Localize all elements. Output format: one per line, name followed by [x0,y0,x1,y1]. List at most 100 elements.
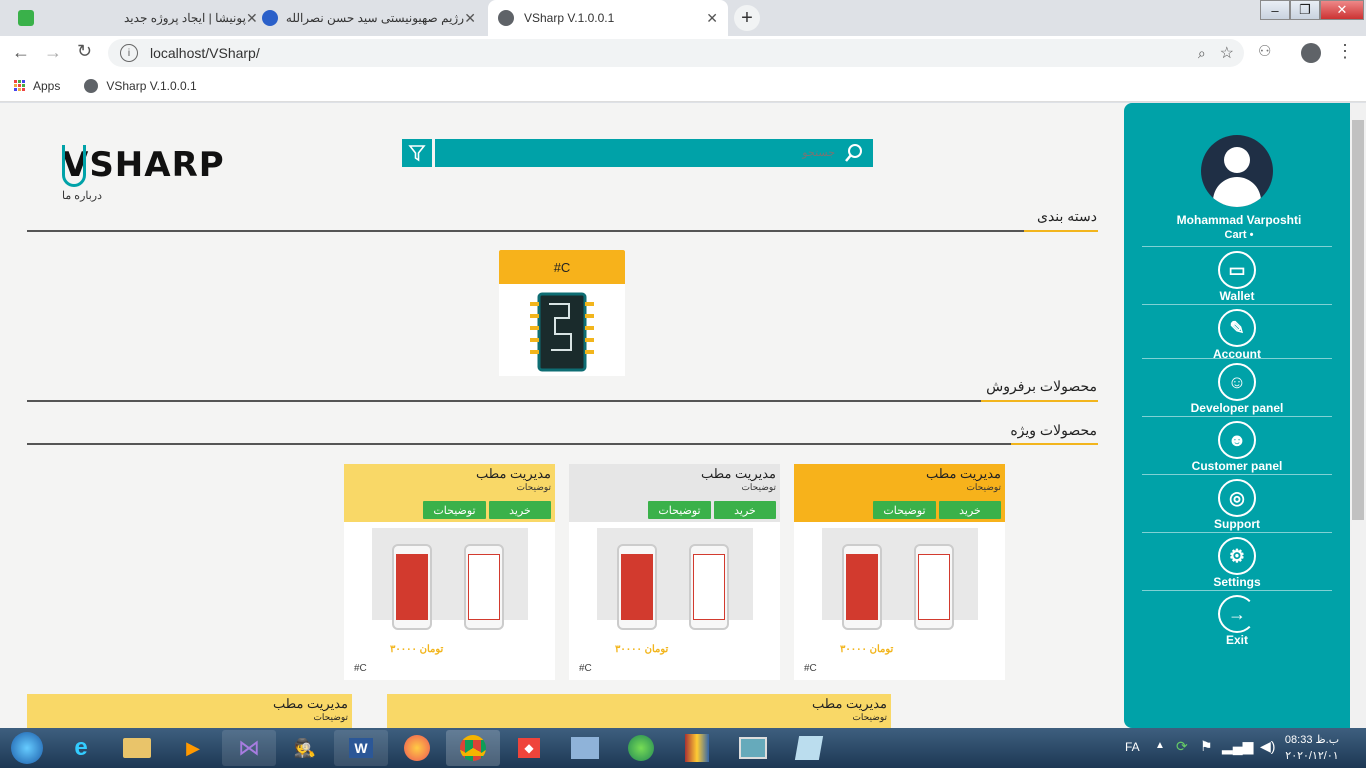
extension-icon[interactable]: ⚇ [1258,42,1271,60]
globe-icon [84,78,99,93]
network-signal-icon[interactable]: ▂▄▆ [1222,738,1253,755]
phone-mockup [464,544,504,630]
product-image [822,528,978,630]
reload-icon[interactable]: ↻ [77,41,92,62]
spy-icon[interactable]: 🕵 [278,730,332,766]
notes-icon[interactable] [782,730,836,766]
product-card[interactable]: مدیریت مطب توضیحات خرید توضیحات ۳۰۰۰۰ تو… [794,464,1005,680]
product-title: مدیریت مطب [926,466,1001,481]
menu-customer-panel[interactable]: ☻ Customer panel [1142,416,1332,474]
product-card[interactable]: مدیریت مطب توضیحات [387,694,891,728]
visual-studio-icon[interactable]: ⋈ [222,730,276,766]
control-panel-icon[interactable] [558,730,612,766]
product-card[interactable]: مدیریت مطب توضیحات خرید توضیحات ۳۰۰۰۰ تو… [569,464,780,680]
network-icon[interactable] [614,730,668,766]
buy-button[interactable]: خرید [489,501,551,519]
maximize-button[interactable]: ❐ [1290,0,1320,20]
menu-dots-icon[interactable]: ⋮ [1336,41,1354,62]
buy-button[interactable]: خرید [714,501,776,519]
winrar-icon[interactable] [670,730,724,766]
menu-developer-panel[interactable]: ☺ Developer panel [1142,358,1332,416]
close-window-button[interactable]: ✕ [1320,0,1364,20]
cart-label: Cart [1224,229,1247,241]
firefox-icon[interactable] [390,730,444,766]
language-indicator[interactable]: FA [1125,740,1140,754]
product-image [597,528,753,630]
news-site-icon [262,10,278,26]
tab-vsharp[interactable]: VSharp V.1.0.0.1 ✕ [488,0,728,36]
menu-label: Customer panel [1191,459,1283,473]
apps-grid-icon [14,80,25,91]
anydesk-icon[interactable]: ◆ [502,730,556,766]
filter-icon [408,145,426,162]
tray-app-icon[interactable]: ⟳ [1176,738,1188,755]
address-bar[interactable]: i localhost/VSharp/ ⌕ ☆ [108,39,1244,67]
product-desc: توضیحات [741,482,776,492]
menu-support[interactable]: ◎ Support [1142,474,1332,532]
developer-icon: ☺ [1218,363,1256,401]
volume-icon[interactable]: ◀) [1260,738,1275,755]
details-button[interactable]: توضیحات [873,501,936,519]
menu-account[interactable]: ✎ Account [1142,304,1332,361]
clock[interactable]: 08:33 ب.ظ ۲۰۲۰/۱۲/۰۱ [1282,732,1342,764]
tray-expand-icon[interactable]: ▲ [1155,740,1165,751]
filter-button[interactable] [402,139,432,167]
menu-exit[interactable]: → Exit [1142,590,1332,648]
product-card[interactable]: مدیریت مطب توضیحات خرید توضیحات ۳۰۰۰۰ تو… [344,464,555,680]
avatar[interactable] [1201,135,1273,207]
menu-wallet[interactable]: ▭ Wallet [1142,246,1332,304]
product-desc: توضیحات [313,712,348,722]
info-icon[interactable]: i [120,44,138,62]
forward-icon[interactable]: → [44,42,62,63]
bookmark-apps[interactable]: Apps [14,79,60,93]
profile-icon[interactable] [1301,43,1321,63]
product-title: مدیریت مطب [476,466,551,481]
chrome-icon[interactable] [446,730,500,766]
featured-title: محصولات ویژه [1010,422,1097,438]
product-price: ۳۰۰۰۰ تومان [615,644,669,655]
minimize-button[interactable]: – [1260,0,1290,20]
menu-settings[interactable]: ⚙ Settings [1142,532,1332,590]
category-label: #C [499,250,625,284]
explorer-icon[interactable] [110,730,164,766]
globe-icon [498,10,514,26]
action-center-flag-icon[interactable]: ⚑ [1200,738,1213,755]
photos-icon[interactable] [726,730,780,766]
word-icon[interactable]: W [334,730,388,766]
scrollbar-thumb[interactable] [1352,120,1364,520]
details-button[interactable]: توضیحات [648,501,711,519]
account-edit-icon: ✎ [1218,309,1256,347]
close-icon[interactable]: ✕ [464,10,476,27]
user-side-panel: Mohammad Varposhti Cart • ▭ Wallet ✎ Acc… [1124,103,1354,728]
media-player-icon[interactable]: ▶ [166,730,220,766]
search-input[interactable] [455,147,835,159]
bookmarks-bar: Apps VSharp V.1.0.0.1 [0,70,1366,102]
search-bar [435,139,873,167]
ponisha-icon [18,10,34,26]
new-tab-button[interactable]: + [734,5,760,31]
zoom-icon[interactable]: ⌕ [1198,45,1206,62]
details-button[interactable]: توضیحات [423,501,486,519]
tab-news[interactable]: رژیم صهیونیستی سید حسن نصرالله را به ✕ [252,0,486,36]
start-orb-icon[interactable] [2,730,52,766]
buy-button[interactable]: خرید [939,501,1001,519]
plus-icon: + [741,6,753,29]
featured-divider [27,443,1098,445]
ie-icon[interactable]: e [54,730,108,766]
close-icon[interactable]: ✕ [706,10,718,27]
menu-label: Developer panel [1190,401,1284,415]
clock-date: ۲۰۲۰/۱۲/۰۱ [1285,750,1339,762]
category-card[interactable]: #C [499,250,625,376]
tab-ponisha[interactable]: پونیشا | ایجاد پروژه جدید ✕ [8,0,258,36]
product-card[interactable]: مدیریت مطب توضیحات [27,694,352,728]
gear-icon: ⚙ [1218,537,1256,575]
cart-link[interactable]: Cart • [1124,229,1354,241]
phone-mockup [392,544,432,630]
back-icon[interactable]: ← [12,42,30,63]
star-icon[interactable]: ☆ [1220,43,1234,63]
about-link[interactable]: درباره ما [62,189,102,202]
search-icon[interactable] [843,142,865,164]
logo-v-mark [62,145,86,187]
bookmark-vsharp[interactable]: VSharp V.1.0.0.1 [84,78,197,93]
categories-divider [27,230,1098,232]
